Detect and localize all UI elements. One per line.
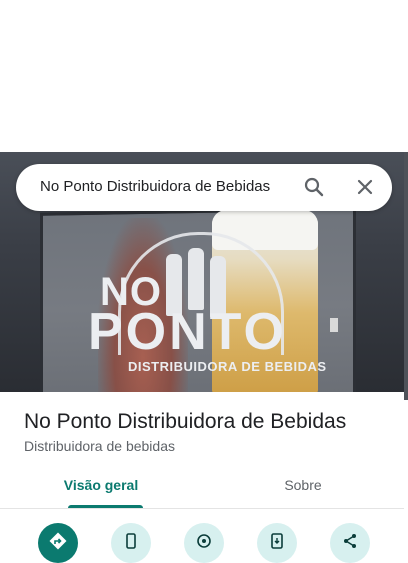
blank-area (0, 0, 408, 152)
call-button[interactable] (111, 523, 151, 563)
nearby-icon (197, 534, 211, 548)
logo-subtitle: DISTRIBUIDORA DE BEBIDAS (128, 359, 327, 374)
phone-icon (126, 533, 136, 549)
tab-about[interactable]: Sobre (202, 468, 404, 508)
send-to-phone-icon (271, 533, 283, 549)
search-icon[interactable] (302, 175, 326, 199)
place-category: Distribuidora de bebidas (24, 438, 175, 454)
tab-bar: Visão geral Sobre (0, 468, 404, 509)
wall-bracket (330, 318, 338, 332)
search-input[interactable]: No Ponto Distribuidora de Bebidas (40, 178, 270, 195)
search-bar[interactable]: No Ponto Distribuidora de Bebidas (16, 164, 392, 211)
nearby-button[interactable] (184, 523, 224, 563)
directions-icon (49, 532, 67, 550)
tab-active-indicator (68, 505, 143, 508)
logo-text-ponto: PONTO (88, 303, 287, 361)
tab-overview[interactable]: Visão geral (0, 468, 202, 508)
directions-button[interactable] (38, 523, 78, 563)
scrollbar[interactable] (404, 152, 408, 400)
place-title: No Ponto Distribuidora de Bebidas (24, 410, 347, 433)
share-button[interactable] (330, 523, 370, 563)
share-icon (344, 534, 356, 548)
send-to-phone-button[interactable] (257, 523, 297, 563)
close-icon[interactable] (353, 175, 377, 199)
